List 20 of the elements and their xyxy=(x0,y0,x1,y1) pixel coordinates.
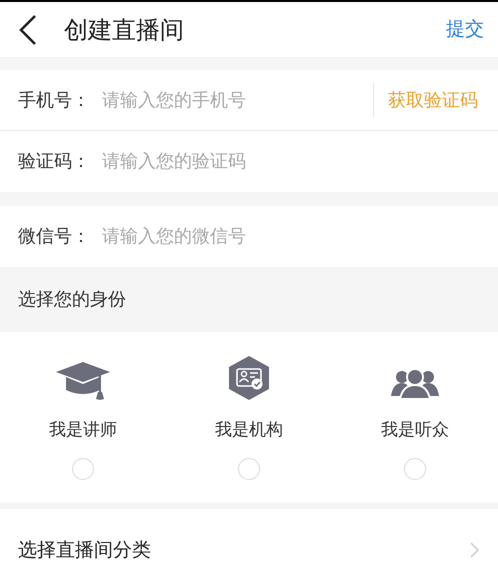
people-group-icon xyxy=(391,368,439,400)
page-title: 创建直播间 xyxy=(64,14,185,46)
chevron-right-icon xyxy=(470,542,480,558)
input-field[interactable]: 请输入您的微信号 xyxy=(102,206,498,267)
section-title: 选择您的身份 xyxy=(18,288,126,312)
field-label: 手机号： xyxy=(0,70,102,130)
input-field[interactable]: 请输入您的验证码 xyxy=(102,131,498,192)
role-radio[interactable] xyxy=(72,458,94,480)
role-radio[interactable] xyxy=(238,458,260,480)
role-label: 我是听众 xyxy=(381,419,449,442)
role-label: 我是机构 xyxy=(215,419,283,442)
category-label: 选择直播间分类 xyxy=(18,538,151,563)
role-radio[interactable] xyxy=(404,458,426,480)
submit-button[interactable]: 提交 xyxy=(446,15,484,44)
graduation-cap-icon xyxy=(56,362,110,400)
field-label: 微信号： xyxy=(0,206,102,267)
field-label: 验证码： xyxy=(0,131,102,192)
role-label: 我是讲师 xyxy=(49,419,117,442)
id-card-badge-icon xyxy=(229,356,269,400)
input-field[interactable]: 请输入您的手机号 xyxy=(102,70,373,130)
